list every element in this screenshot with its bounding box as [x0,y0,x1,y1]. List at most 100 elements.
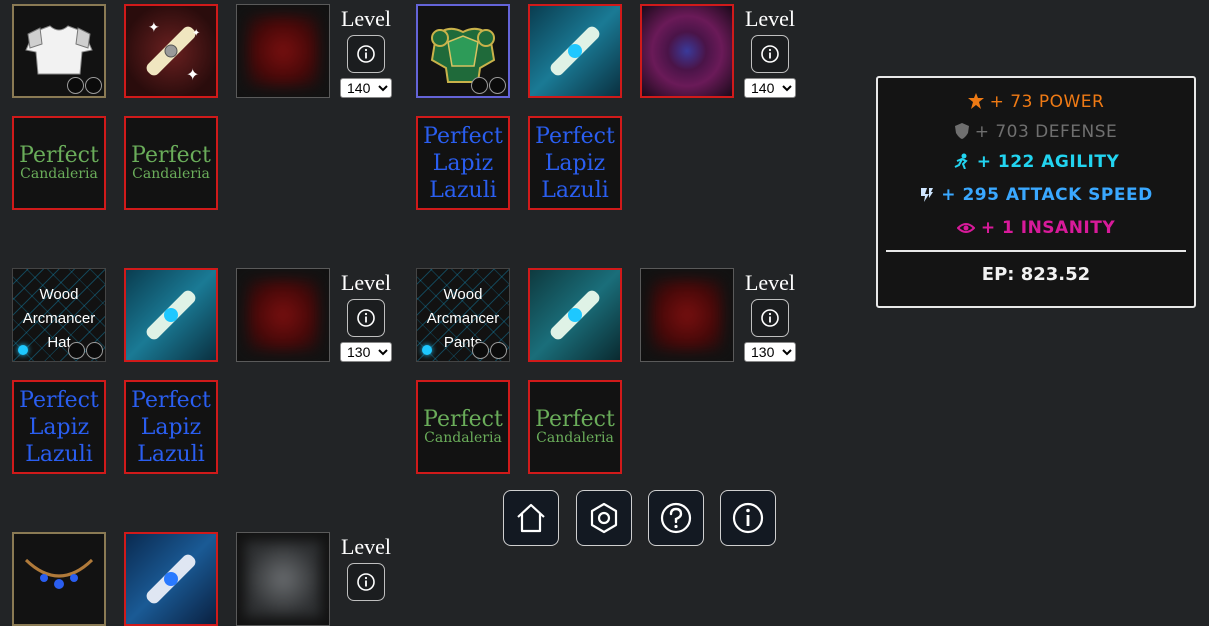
stat-defense: + 703 DEFENSE [878,122,1194,142]
gem-slot[interactable]: Perfect Lapiz Lazuli [12,380,106,474]
info-icon [761,45,779,63]
rune-slot-empty[interactable] [640,268,734,362]
gem-slot[interactable]: Perfect Candaleria [416,380,510,474]
stats-panel: + 73 POWER + 703 DEFENSE + 122 AGILITY +… [876,76,1196,308]
gem-name: Perfect [131,387,211,413]
enchant-scroll-slot[interactable] [528,4,622,98]
gem-name: Lapiz [432,150,494,176]
level-info-button[interactable] [347,563,385,601]
gem-name: Candaleria [536,430,614,447]
info-icon [357,309,375,327]
gem-name: Lazuli [541,177,609,203]
enchant-scroll-slot[interactable]: ✦ ✦ ✦ [124,4,218,98]
info-icon [732,502,764,534]
rune-slot-empty[interactable] [236,4,330,98]
level-info-button[interactable] [751,35,789,73]
necklace-icon [24,558,94,589]
info-icon [761,309,779,327]
info-icon [357,573,375,591]
shield-icon [954,123,969,139]
gem-slot[interactable]: Perfect Candaleria [528,380,622,474]
gem-name: Perfect [19,387,99,413]
enchant-scroll-slot[interactable] [124,268,218,362]
star-burst-icon [967,93,984,109]
level-select[interactable]: 130 [744,342,796,362]
gem-socket [472,342,489,359]
item-slot-hat[interactable]: Wood Arcmancer Hat [12,268,106,362]
gem-name: Perfect [423,123,503,149]
level-label: Level [744,270,796,295]
level-control: Level 130 [742,270,798,362]
gem-name: Perfect [535,407,615,433]
level-select[interactable]: 140 [340,78,392,98]
level-info-button[interactable] [347,35,385,73]
level-label: Level [340,270,392,295]
item-slot-armor-green[interactable] [416,4,510,98]
gem-socket [68,342,85,359]
home-icon [517,503,545,533]
hexagon-gear-icon [590,502,618,534]
eye-icon [956,223,975,233]
gem-name: Candaleria [424,430,502,447]
gem-name: Perfect [131,143,211,169]
gem-name: Perfect [19,143,99,169]
gem-socket [67,77,84,94]
gem-socket [85,77,102,94]
help-button[interactable] [648,490,704,546]
item-slot-chest-white[interactable] [12,4,106,98]
gem-name: Candaleria [132,166,210,183]
home-button[interactable] [503,490,559,546]
rarity-dot [422,345,432,355]
gem-slot[interactable]: Perfect Lapiz Lazuli [416,116,510,210]
level-control: Level [338,534,394,601]
level-select[interactable]: 130 [340,342,392,362]
level-info-button[interactable] [751,299,789,337]
enchant-scroll-slot[interactable] [124,532,218,626]
question-icon [660,502,692,534]
level-label: Level [744,6,796,31]
stat-power: + 73 POWER [878,92,1194,112]
gem-slot[interactable]: Perfect Lapiz Lazuli [528,116,622,210]
level-control: Level 140 [742,6,798,98]
lightning-icon [921,188,934,202]
gem-name: Lapiz [544,150,606,176]
gem-socket [489,77,506,94]
settings-button[interactable] [576,490,632,546]
gem-name: Lazuli [137,441,205,467]
scroll-icon [146,554,196,604]
stat-agility: + 122 AGILITY [878,152,1194,172]
agility-icon [954,153,968,169]
item-slot-pants[interactable]: Wood Arcmancer Pants [416,268,510,362]
rune-slot-orb[interactable] [640,4,734,98]
gem-slot[interactable]: Perfect Candaleria [12,116,106,210]
info-icon [357,45,375,63]
info-button[interactable] [720,490,776,546]
ep-value: EP: 823.52 [981,264,1091,285]
scroll-icon [146,290,196,340]
enchant-scroll-slot[interactable] [528,268,622,362]
rune-slot-empty[interactable] [236,532,330,626]
gem-name: Perfect [423,407,503,433]
rune-slot-empty[interactable] [236,268,330,362]
level-info-button[interactable] [347,299,385,337]
rarity-dot [18,345,28,355]
gem-name: Lazuli [25,441,93,467]
gem-name: Perfect [535,123,615,149]
level-label: Level [340,6,392,31]
divider [886,250,1186,252]
gem-name: Lapiz [140,414,202,440]
svg-text:✦: ✦ [186,65,199,84]
stat-attack-speed: + 295 ATTACK SPEED [878,185,1194,205]
scroll-icon [550,26,600,76]
gem-slot[interactable]: Perfect Candaleria [124,116,218,210]
gem-socket [86,342,103,359]
level-control: Level 130 [338,270,394,362]
item-slot-necklace[interactable] [12,532,106,626]
gem-name: Lapiz [28,414,90,440]
gem-slot[interactable]: Perfect Lapiz Lazuli [124,380,218,474]
level-select[interactable]: 140 [744,78,796,98]
level-label: Level [340,534,392,559]
stat-insanity: + 1 INSANITY [878,218,1194,238]
scroll-icon [550,290,600,340]
gem-socket [471,77,488,94]
